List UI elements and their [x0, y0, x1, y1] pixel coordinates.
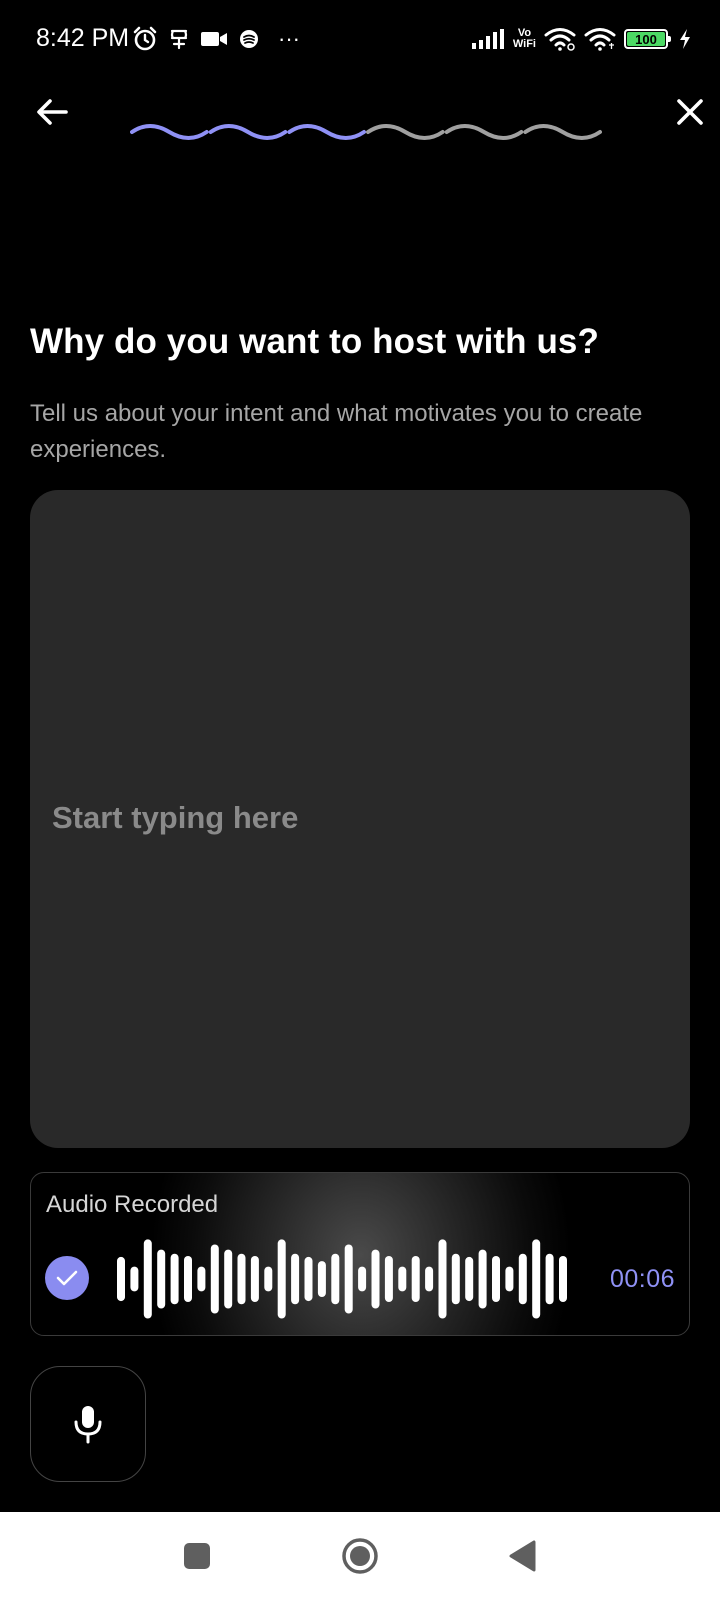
waveform-bar [451, 1253, 460, 1305]
vowifi-icon: Vo WiFi [512, 27, 536, 50]
app-icon [238, 28, 260, 50]
status-left-icons: ··· [132, 24, 300, 54]
waveform-bar [559, 1256, 567, 1302]
waveform-bar [184, 1256, 192, 1302]
waveform-bar [157, 1249, 166, 1309]
waveform-bar [398, 1266, 407, 1292]
status-bar: 8:42 PM ··· Vo WiFi 100 [0, 0, 720, 80]
waveform-bar [331, 1253, 340, 1305]
circle-home-icon [342, 1538, 378, 1574]
progress-step [444, 124, 524, 140]
waveform-bar [170, 1253, 179, 1305]
alarm-icon [132, 26, 158, 52]
waveform-bar [478, 1249, 487, 1309]
audio-status-badge [45, 1256, 89, 1300]
waveform-bar [130, 1266, 139, 1292]
signal-icon [471, 28, 505, 50]
waveform-bar [344, 1244, 353, 1314]
checkmark-icon [56, 1270, 78, 1286]
intent-text-input[interactable] [30, 490, 690, 1148]
microphone-icon [74, 1406, 102, 1444]
audio-duration: 00:06 [609, 1265, 675, 1293]
waveform-bar [384, 1256, 393, 1302]
record-audio-button[interactable] [30, 1366, 146, 1482]
charging-icon [678, 28, 692, 50]
waveform-bar [411, 1256, 420, 1302]
waveform-bar [425, 1266, 434, 1292]
progress-step [523, 124, 602, 140]
overflow-dots-icon: ··· [278, 26, 300, 51]
waveform-bar [237, 1253, 246, 1305]
waveform-bar [358, 1266, 367, 1292]
waveform-bar [438, 1239, 447, 1319]
battery-icon: 100 [624, 29, 671, 49]
waveform-bar [518, 1253, 527, 1305]
notification-icon [168, 27, 190, 51]
waveform-bar [465, 1256, 474, 1302]
waveform-bar [250, 1256, 259, 1302]
video-camera-icon [200, 29, 228, 49]
wifi-icon [584, 27, 616, 51]
home-button[interactable] [338, 1534, 382, 1578]
waveform-bar [224, 1249, 233, 1309]
audio-recorded-label: Audio Recorded [46, 1191, 219, 1218]
waveform-bar [277, 1239, 286, 1319]
square-recents-icon [184, 1543, 210, 1569]
close-icon [677, 99, 703, 125]
status-right-icons: Vo WiFi 100 [471, 24, 692, 54]
triangle-back-icon [509, 1540, 536, 1572]
wifi-icon [544, 27, 576, 51]
audio-waveform[interactable] [117, 1233, 567, 1325]
waveform-bar [371, 1249, 380, 1309]
progress-step [208, 124, 288, 140]
waveform-bar [505, 1266, 514, 1292]
system-back-button[interactable] [500, 1534, 544, 1578]
waveform-bar [264, 1266, 273, 1292]
waveform-bar [143, 1239, 152, 1319]
waveform-bar [532, 1239, 541, 1319]
arrow-left-icon [37, 99, 68, 125]
progress-step [287, 124, 366, 140]
waveform-bar [210, 1244, 219, 1314]
waveform-bar [317, 1261, 326, 1297]
back-button[interactable] [30, 90, 74, 134]
onboarding-progress [130, 124, 602, 140]
system-nav-bar [0, 1512, 720, 1600]
waveform-bar [291, 1253, 300, 1305]
waveform-bar [545, 1253, 554, 1305]
recents-button[interactable] [175, 1534, 219, 1578]
waveform-bar [304, 1256, 313, 1302]
progress-step [130, 124, 209, 140]
waveform-bar [197, 1266, 206, 1292]
waveform-bar [492, 1256, 500, 1302]
page-title: Why do you want to host with us? [30, 322, 599, 361]
close-button[interactable] [668, 90, 712, 134]
page-subtitle: Tell us about your intent and what motiv… [30, 400, 643, 463]
progress-step [366, 124, 445, 140]
status-time: 8:42 PM [36, 24, 130, 52]
audio-recorded-card[interactable]: Audio Recorded 00:06 [30, 1172, 690, 1336]
waveform-bar [117, 1256, 125, 1302]
